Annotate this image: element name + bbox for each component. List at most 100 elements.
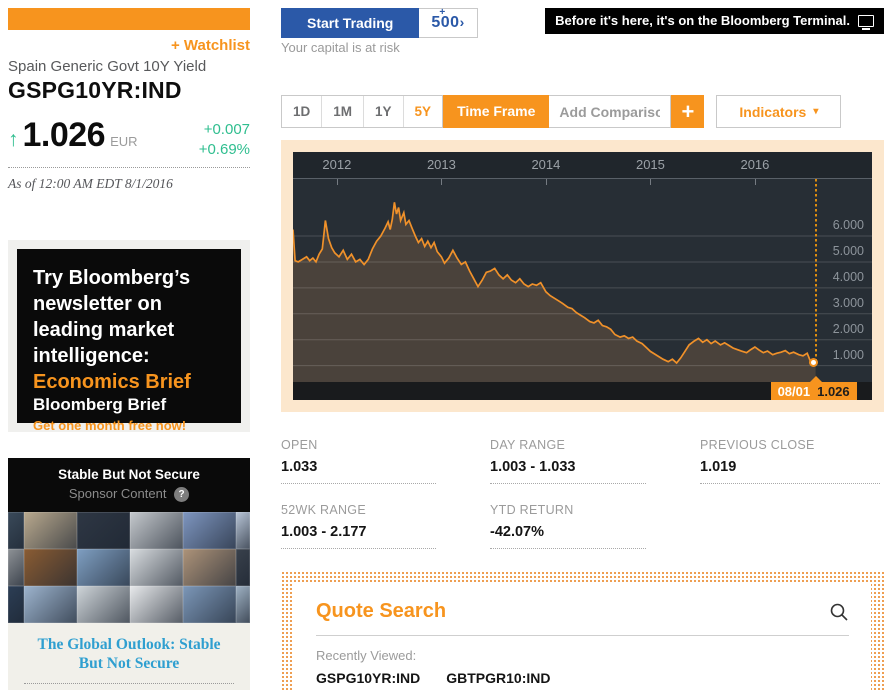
collage-photo-tile	[236, 512, 250, 550]
stat-label: PREVIOUS CLOSE	[700, 438, 815, 452]
x-tick-mark	[754, 179, 756, 185]
range-button-1y[interactable]: 1Y	[364, 96, 404, 127]
plus500-plus: +	[439, 7, 446, 18]
recent-ticker-link[interactable]: GBTPGR10:IND	[446, 670, 550, 686]
recently-viewed-label: Recently Viewed:	[316, 648, 417, 663]
collage-photo-tile	[24, 512, 77, 550]
stat-value: 1.019	[700, 459, 880, 484]
collage-photo-tile	[24, 586, 77, 624]
price-chart[interactable]: 2012 2013 2014 2015 2016 6.000 5.000 4.000 3.00…	[293, 152, 872, 400]
collage-photo-tile	[183, 549, 236, 587]
range-button-1d[interactable]: 1D	[282, 96, 323, 127]
stat-open: OPEN 1.033	[281, 438, 490, 484]
risk-disclaimer: Your capital is at risk	[281, 40, 400, 55]
chart-year-axis: 2012 2013 2014 2015 2016	[293, 152, 872, 178]
sponsor-ad[interactable]: Stable But Not Secure Sponsor Content ? …	[8, 458, 250, 690]
terminal-banner-text: Before it's here, it's on the Bloomberg …	[555, 13, 850, 28]
last-price-flag: 08/01 1.026	[770, 382, 857, 400]
quote-sidebar: + Watchlist Spain Generic Govt 10Y Yield…	[8, 8, 250, 690]
change-percent: +0.69%	[198, 140, 250, 158]
y-tick-label: 2.000	[832, 321, 864, 336]
sponsor-ad-footer: The Global Outlook: Stable But Not Secur…	[8, 623, 250, 690]
sponsor-ad-title: Stable But Not Secure	[58, 467, 200, 482]
stat-label: YTD RETURN	[490, 503, 574, 517]
as-of-timestamp: As of 12:00 AM EDT 8/1/2016	[8, 176, 173, 191]
last-price: 1.026	[22, 116, 106, 154]
range-button-5y[interactable]: 5Y	[404, 96, 443, 127]
ad-line: Try Bloomberg’s	[33, 267, 191, 289]
newsletter-ad[interactable]: Try Bloomberg’s newsletter on leading ma…	[8, 240, 250, 433]
sponsor-headline-line: But Not Secure	[78, 655, 180, 673]
security-ticker: GSPG10YR:IND	[8, 77, 182, 103]
ad-line: newsletter on	[33, 293, 162, 315]
sponsor-content-label: Sponsor Content ?	[14, 486, 244, 503]
x-tick-label: 2015	[635, 157, 665, 172]
collage-photo-tile	[236, 549, 250, 587]
newsletter-cta-link[interactable]: Get one month free now!	[33, 418, 227, 433]
ad-line: leading market	[33, 319, 175, 341]
top-banner-row: Start Trading +500› Your capital is at r…	[281, 7, 884, 55]
stat-value: 1.003 - 2.177	[281, 524, 436, 549]
terminal-banner-link[interactable]: Before it's here, it's on the Bloomberg …	[545, 8, 884, 34]
sponsor-content-text: Sponsor Content	[68, 486, 167, 501]
chart-plot-area[interactable]: 6.000 5.000 4.000 3.000 2.000 1.000	[293, 178, 872, 383]
add-comparison-plus-button[interactable]: +	[671, 95, 705, 128]
flag-date: 08/01	[777, 383, 811, 399]
bloomberg-brief-logo: Bloomberg Brief	[33, 395, 167, 414]
recent-ticker-link[interactable]: GSPG10YR:IND	[316, 670, 420, 686]
range-group: 1D 1M 1Y 5Y	[281, 95, 444, 128]
collage-photo-tile	[24, 549, 77, 587]
x-tick-label: 2012	[322, 157, 352, 172]
time-frame-button[interactable]: Time Frame	[443, 95, 550, 128]
stat-label: OPEN	[281, 438, 318, 452]
chart-controls: 1D1M1Y5Y Time Frame + Indicators ▾	[281, 95, 884, 128]
add-comparison-input[interactable]	[549, 95, 672, 128]
stat-value: -42.07%	[490, 524, 646, 549]
collage-photo-tile	[183, 586, 236, 624]
last-price-marker	[808, 357, 818, 367]
collage-photo-tile	[8, 512, 24, 550]
search-icon[interactable]	[829, 602, 849, 622]
y-tick-label: 5.000	[832, 243, 864, 258]
range-button-1m[interactable]: 1M	[322, 96, 365, 127]
price-row: ↑ 1.026 EUR +0.007 +0.69%	[8, 116, 250, 168]
flag-pointer	[808, 376, 823, 383]
x-tick-label: 2014	[531, 157, 561, 172]
x-tick-mark	[336, 179, 338, 185]
stat-day-range: DAY RANGE 1.003 - 1.033	[490, 438, 700, 484]
collage-photo-tile	[77, 549, 130, 587]
collage-photo-tile	[183, 512, 236, 550]
collage-photo-tile	[130, 549, 183, 587]
collage-photo-tile	[130, 512, 183, 550]
indicators-button[interactable]: Indicators ▾	[716, 95, 842, 128]
collage-photo-tile	[77, 512, 130, 550]
quote-search-panel: Quote Search Recently Viewed: GSPG10YR:I…	[281, 571, 884, 690]
stat-ytd-return: YTD RETURN -42.07%	[490, 503, 700, 549]
quote-search-header: Quote Search	[316, 600, 849, 636]
sponsor-headline-line: The Global Outlook: Stable	[37, 636, 221, 654]
chart-svg	[293, 202, 872, 383]
x-tick-label: 2016	[740, 157, 770, 172]
help-icon[interactable]: ?	[174, 487, 190, 503]
change-absolute: +0.007	[203, 121, 250, 138]
security-name: Spain Generic Govt 10Y Yield	[8, 58, 207, 75]
plus500-logo: +500›	[431, 7, 464, 32]
chart-bottom-bar: 08/01 1.026	[293, 376, 872, 400]
stat-value: 1.033	[281, 459, 436, 484]
recently-viewed-list: GSPG10YR:IND GBTPGR10:IND	[316, 670, 849, 686]
plus500-logo-box[interactable]: +500›	[419, 7, 478, 38]
y-tick-label: 3.000	[832, 295, 864, 310]
divider	[24, 682, 234, 684]
price-change: +0.007 +0.69%	[199, 116, 250, 159]
terminal-monitor-icon	[858, 14, 874, 30]
collage-photo-tile	[236, 586, 250, 624]
collage-photo-tile	[8, 586, 24, 624]
trading-ad: Start Trading +500› Your capital is at r…	[281, 7, 478, 55]
start-trading-button[interactable]: Start Trading	[281, 8, 420, 38]
quote-stats: OPEN 1.033 DAY RANGE 1.003 - 1.033 PREVIOUS …	[281, 438, 884, 549]
y-tick-label: 4.000	[832, 269, 864, 284]
sponsor-headline-link[interactable]: The Global Outlook: Stable But Not Secur…	[18, 635, 240, 674]
chart-panel: 2012 2013 2014 2015 2016 6.000 5.000 4.000 3.00…	[281, 140, 884, 412]
add-watchlist-button[interactable]: + Watchlist	[8, 37, 250, 54]
stat-label: DAY RANGE	[490, 438, 566, 452]
